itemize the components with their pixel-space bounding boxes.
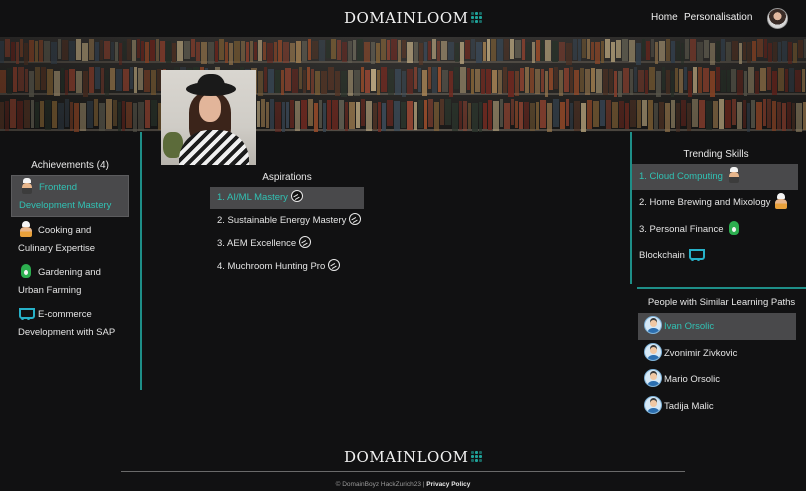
banner-overlay xyxy=(0,37,806,132)
user-avatar[interactable] xyxy=(767,8,788,29)
achievement-item[interactable]: Cooking and Culinary Expertise xyxy=(11,219,129,259)
achievements-title: Achievements (4) xyxy=(31,160,109,171)
similar-people-title: People with Similar Learning Paths xyxy=(647,297,796,308)
aspiration-label: 1. AI/ML Mastery xyxy=(217,192,288,203)
brand-logo[interactable]: DOMAINLOOM xyxy=(344,9,483,27)
cart-icon xyxy=(688,246,705,262)
top-navigation-bar: DOMAINLOOM Home Personalisation xyxy=(0,0,806,37)
hand-icon xyxy=(726,220,742,236)
person-name: Tadija Malic xyxy=(664,401,714,412)
photo-face xyxy=(199,94,221,122)
aspiration-item[interactable]: 2. Sustainable Energy Mastery xyxy=(210,210,364,232)
person-item[interactable]: Zvonimir Zivkovic xyxy=(638,340,796,367)
profile-photo xyxy=(161,70,256,165)
trending-skill-item[interactable]: 3. Personal Finance xyxy=(632,217,798,243)
hand-icon xyxy=(18,263,34,279)
weave-logo-icon xyxy=(471,12,483,24)
person-name: Zvonimir Zivkovic xyxy=(664,348,738,359)
person-name: Ivan Orsolic xyxy=(664,321,715,332)
aspiration-item[interactable]: 4. Muchroom Hunting Pro xyxy=(210,256,364,278)
aspirations-title: Aspirations xyxy=(262,172,312,183)
trending-skills-title: Trending Skills xyxy=(683,149,749,160)
aspiration-label: 3. AEM Excellence xyxy=(217,238,297,249)
trending-skill-label: 1. Cloud Computing xyxy=(639,171,723,182)
user-avatar-icon xyxy=(644,369,662,387)
library-banner-image xyxy=(0,37,806,132)
achievement-item[interactable]: Frontend Development Mastery xyxy=(11,175,129,217)
aspiration-label: 2. Sustainable Energy Mastery xyxy=(217,215,347,226)
footer-brand-name: DOMAINLOOM xyxy=(344,448,469,466)
seal-icon xyxy=(349,213,362,225)
footer-divider xyxy=(121,471,685,472)
photo-hat-crown xyxy=(197,74,225,90)
copyright-text: © DomainBoyz HackZurich23 | xyxy=(335,481,425,488)
weave-logo-icon xyxy=(471,451,483,463)
trending-skill-item[interactable]: 1. Cloud Computing xyxy=(632,164,798,190)
cart-icon xyxy=(18,305,35,321)
footer-copyright: © DomainBoyz HackZurich23 | Privacy Poli… xyxy=(0,481,806,488)
footer-brand-logo[interactable]: DOMAINLOOM xyxy=(344,448,483,466)
cook-icon xyxy=(773,193,789,209)
achievement-item[interactable]: E-commerce Development with SAP xyxy=(11,303,129,343)
similar-people-panel: People with Similar Learning Paths Ivan … xyxy=(637,287,806,414)
aspiration-item[interactable]: 1. AI/ML Mastery xyxy=(210,187,364,209)
seal-icon xyxy=(290,190,303,202)
trending-skill-item[interactable]: 2. Home Brewing and Mixology xyxy=(632,190,798,216)
person-item[interactable]: Tadija Malic xyxy=(638,393,796,420)
trending-skill-label: 2. Home Brewing and Mixology xyxy=(639,197,771,208)
nav-home-link[interactable]: Home xyxy=(651,12,678,23)
brand-name: DOMAINLOOM xyxy=(344,9,469,27)
trending-skill-item[interactable]: Blockchain xyxy=(632,243,798,269)
chef-icon xyxy=(726,167,742,183)
trending-skill-label: Blockchain xyxy=(639,250,685,261)
chef-icon xyxy=(19,178,35,194)
seal-icon xyxy=(328,259,341,271)
person-item[interactable]: Mario Orsolic xyxy=(638,366,796,393)
user-avatar-icon xyxy=(644,396,662,414)
trending-skills-panel: Trending Skills 1. Cloud Computing 2. Ho… xyxy=(630,132,806,284)
user-avatar-icon xyxy=(644,343,662,361)
achievement-item[interactable]: Gardening and Urban Farming xyxy=(11,261,129,301)
trending-skill-label: 3. Personal Finance xyxy=(639,224,724,235)
person-item[interactable]: Ivan Orsolic xyxy=(638,313,796,340)
nav-personalisation-link[interactable]: Personalisation xyxy=(684,12,752,23)
aspiration-label: 4. Muchroom Hunting Pro xyxy=(217,261,326,272)
aspiration-item[interactable]: 3. AEM Excellence xyxy=(210,233,364,255)
person-name: Mario Orsolic xyxy=(664,374,720,385)
cook-icon xyxy=(18,221,34,237)
user-avatar-icon xyxy=(644,316,662,334)
privacy-policy-link[interactable]: Privacy Policy xyxy=(426,481,470,488)
seal-icon xyxy=(299,236,312,248)
